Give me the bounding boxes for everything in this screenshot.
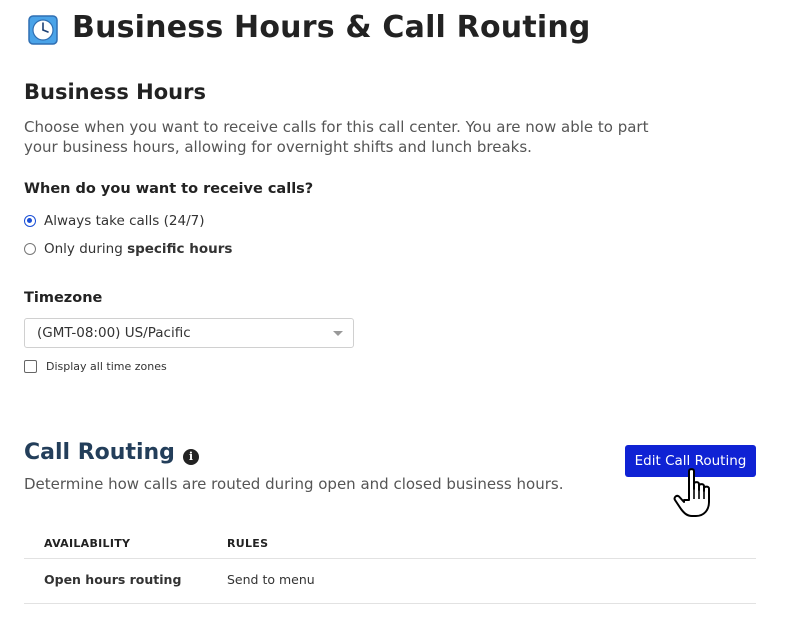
table-cell-availability: Open hours routing	[44, 572, 182, 587]
column-header-rules: RULES	[227, 537, 269, 550]
info-icon[interactable]: i	[183, 449, 199, 465]
hand-pointer-icon	[673, 468, 710, 517]
business-hours-title: Business Hours	[24, 80, 206, 104]
radio-button-selected[interactable]	[24, 215, 36, 227]
radio-always-take-calls[interactable]: Always take calls (24/7)	[24, 211, 204, 231]
divider	[24, 603, 756, 604]
checkbox-label: Display all time zones	[46, 360, 167, 373]
radio-label: Always take calls (24/7)	[44, 213, 205, 229]
timezone-value: (GMT-08:00) US/Pacific	[37, 325, 191, 341]
clock-icon	[28, 15, 58, 45]
business-hours-description: Choose when you want to receive calls fo…	[24, 118, 649, 156]
chevron-down-icon	[333, 331, 343, 336]
checkbox[interactable]	[24, 360, 37, 373]
divider	[24, 558, 756, 559]
radio-label-prefix: Only during	[44, 241, 128, 257]
radio-label-bold: specific hours	[127, 241, 233, 257]
timezone-label: Timezone	[24, 290, 103, 306]
timezone-select[interactable]: (GMT-08:00) US/Pacific	[24, 318, 354, 348]
display-all-timezones-checkbox[interactable]: Display all time zones	[24, 360, 167, 373]
receive-calls-question: When do you want to receive calls?	[24, 181, 314, 197]
column-header-availability: AVAILABILITY	[44, 537, 131, 550]
radio-specific-hours[interactable]: Only during specific hours	[24, 239, 232, 259]
call-routing-description: Determine how calls are routed during op…	[24, 475, 564, 493]
table-cell-rule: Send to menu	[227, 572, 315, 587]
page-title: Business Hours & Call Routing	[72, 10, 591, 45]
radio-button[interactable]	[24, 243, 36, 255]
call-routing-title: Call Routing	[24, 440, 175, 465]
